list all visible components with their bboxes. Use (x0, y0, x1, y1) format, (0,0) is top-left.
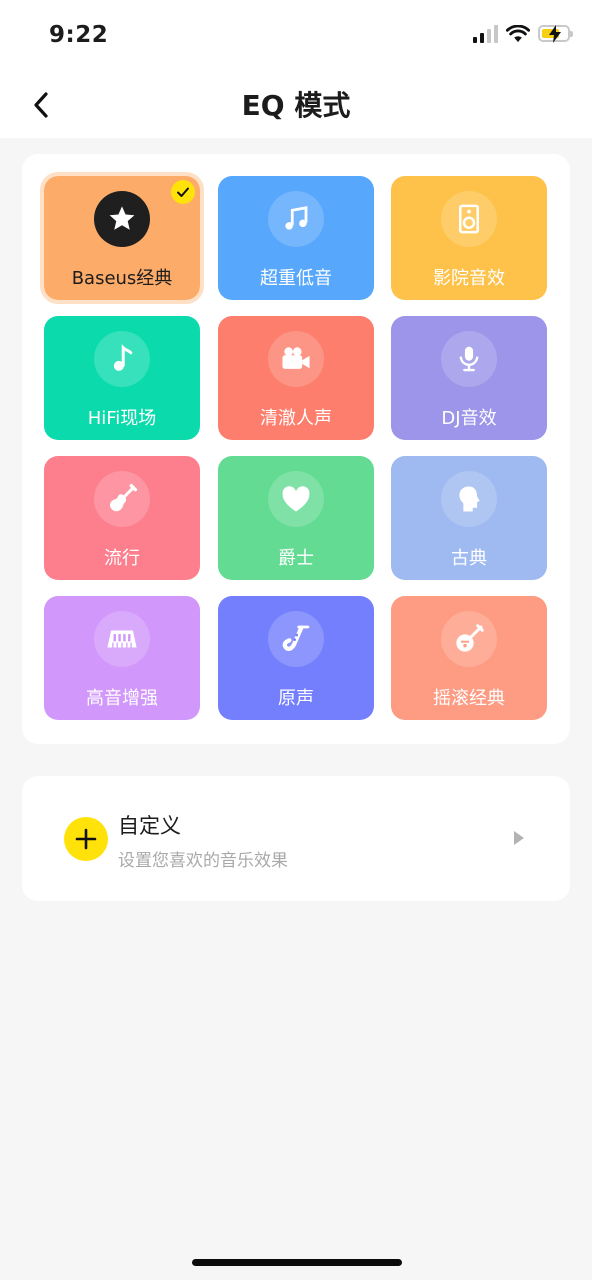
eq-mode-label: 清澈人声 (260, 408, 332, 429)
icon-circle (441, 331, 497, 387)
heart-icon (282, 486, 310, 512)
selected-check-badge (171, 180, 195, 204)
eq-mode-label: 爵士 (278, 548, 314, 569)
top-bar: 9:22 EQ 模式 (0, 0, 592, 138)
status-icons (473, 24, 573, 43)
eq-mode-tile[interactable]: 爵士 (218, 456, 374, 580)
icon-circle (441, 191, 497, 247)
eq-mode-tile[interactable]: 影院音效 (391, 176, 547, 300)
icon-circle (94, 331, 150, 387)
microphone-icon (459, 346, 479, 372)
icon-circle (268, 331, 324, 387)
video-camera-icon (282, 347, 310, 369)
plus-icon (75, 828, 97, 850)
battery-charging-icon (538, 25, 573, 43)
eq-mode-label: Baseus经典 (71, 268, 173, 289)
checkmark-icon (177, 187, 189, 197)
music-note-icon (285, 206, 308, 230)
icon-circle (441, 471, 497, 527)
speaker-icon (459, 204, 479, 234)
eq-mode-label: 摇滚经典 (433, 688, 505, 709)
caret-right-icon (514, 831, 524, 845)
saxophone-icon (282, 625, 310, 651)
page-title: EQ 模式 (241, 89, 351, 122)
piano-keys-icon (107, 630, 137, 648)
eq-mode-label: 古典 (451, 548, 487, 569)
cellular-signal-icon (473, 24, 498, 43)
custom-subtitle: 设置您喜欢的音乐效果 (118, 851, 288, 871)
eq-mode-label: HiFi现场 (87, 408, 157, 429)
eq-mode-tile[interactable]: 原声 (218, 596, 374, 720)
guitar-icon (109, 483, 138, 512)
icon-circle (94, 191, 150, 247)
icon-circle (94, 471, 150, 527)
wifi-icon (506, 24, 530, 42)
icon-circle (268, 471, 324, 527)
head-silhouette-icon (459, 486, 480, 512)
eq-mode-tile[interactable]: DJ音效 (391, 316, 547, 440)
eq-mode-label: 影院音效 (433, 268, 505, 289)
eq-mode-label: 原声 (278, 688, 314, 709)
custom-title: 自定义 (118, 814, 181, 838)
add-custom-button[interactable] (64, 817, 108, 861)
eq-mode-tile[interactable]: 超重低音 (218, 176, 374, 300)
home-indicator[interactable] (192, 1259, 402, 1266)
icon-circle (94, 611, 150, 667)
status-time: 9:22 (49, 22, 109, 48)
eq-mode-tile[interactable]: 清澈人声 (218, 316, 374, 440)
star-icon (109, 206, 135, 230)
eq-mode-label: 高音增强 (86, 688, 158, 709)
custom-eq-row[interactable]: 自定义 设置您喜欢的音乐效果 (22, 776, 570, 901)
banjo-icon (456, 624, 484, 652)
eq-mode-label: DJ音效 (441, 408, 497, 429)
eq-mode-tile[interactable]: 流行 (44, 456, 200, 580)
eq-mode-tile[interactable]: HiFi现场 (44, 316, 200, 440)
icon-circle (268, 611, 324, 667)
eq-mode-tile[interactable]: 高音增强 (44, 596, 200, 720)
eq-mode-tile[interactable]: Baseus经典 (40, 172, 204, 304)
eq-mode-label: 流行 (104, 548, 140, 569)
eq-mode-tile[interactable]: 摇滚经典 (391, 596, 547, 720)
eq-mode-label: 超重低音 (260, 268, 332, 289)
eq-mode-grid: Baseus经典 超重低音 影院音效 HiFi现场 清澈人声 DJ音效 流行 爵… (22, 154, 570, 744)
single-note-icon (113, 344, 133, 371)
eq-mode-tile[interactable]: 古典 (391, 456, 547, 580)
icon-circle (441, 611, 497, 667)
icon-circle (268, 191, 324, 247)
